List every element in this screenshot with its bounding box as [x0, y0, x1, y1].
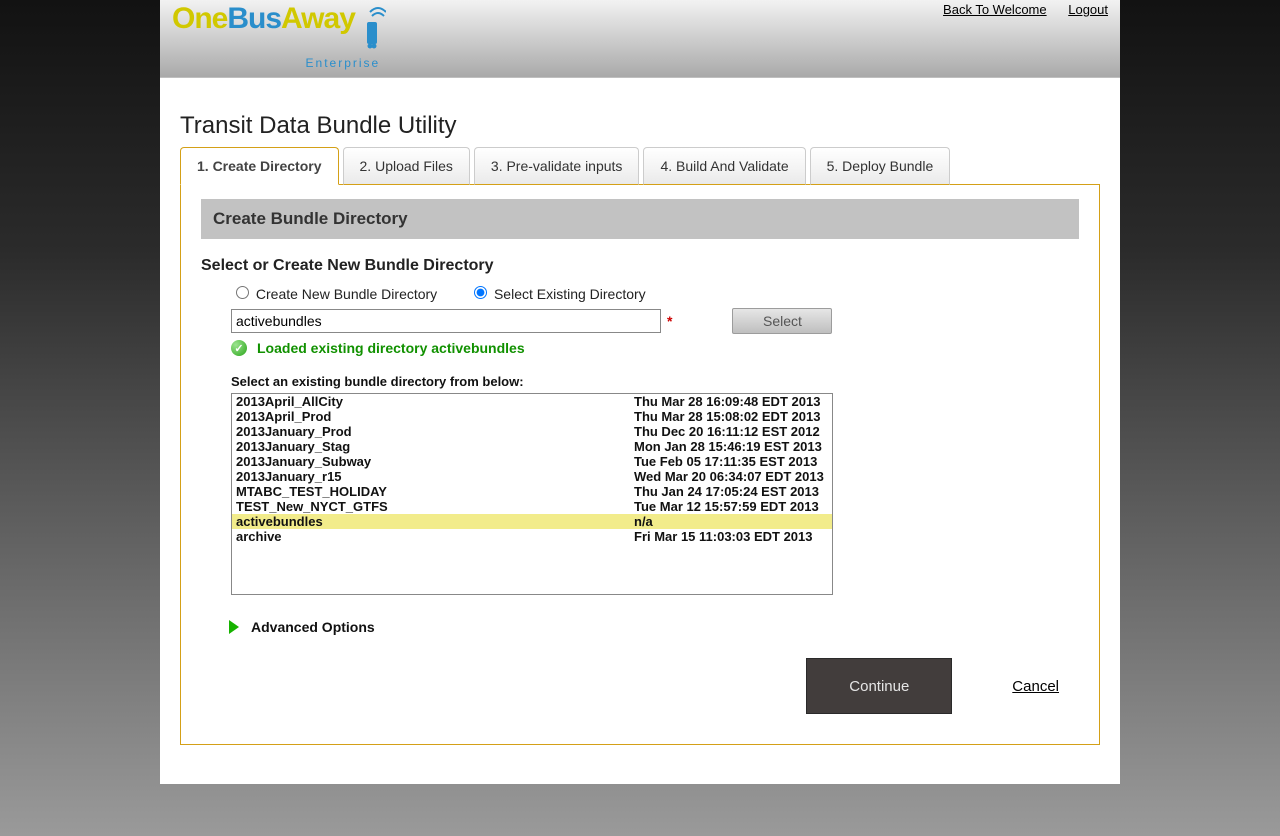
- logo-word-bus: Bus: [227, 2, 281, 35]
- tab-upload-files[interactable]: 2. Upload Files: [343, 147, 470, 185]
- directory-date: Tue Mar 12 15:57:59 EDT 2013: [634, 499, 828, 514]
- expand-triangle-icon: [229, 620, 239, 634]
- panel-header: Create Bundle Directory: [201, 199, 1079, 239]
- directory-date: Thu Mar 28 16:09:48 EDT 2013: [634, 394, 828, 409]
- bus-signal-icon: [364, 2, 386, 60]
- logo-word-away: Away: [281, 2, 355, 35]
- directory-date: Thu Mar 28 15:08:02 EDT 2013: [634, 409, 828, 424]
- advanced-options-toggle[interactable]: Advanced Options: [201, 619, 1079, 635]
- back-to-welcome-link[interactable]: Back To Welcome: [943, 2, 1047, 17]
- directory-name: 2013January_Prod: [236, 424, 634, 439]
- directory-list-row[interactable]: activebundlesn/a: [232, 514, 832, 529]
- header-bar: Back To Welcome Logout OneBusAway: [160, 0, 1120, 78]
- tab-create-directory[interactable]: 1. Create Directory: [180, 147, 339, 185]
- tab-prevalidate-inputs[interactable]: 3. Pre-validate inputs: [474, 147, 640, 185]
- continue-button[interactable]: Continue: [806, 658, 952, 714]
- radio-create-new-text: Create New Bundle Directory: [256, 286, 437, 302]
- directory-name: archive: [236, 529, 634, 544]
- logo-subtitle: Enterprise: [172, 56, 386, 70]
- select-button[interactable]: Select: [732, 308, 832, 334]
- tab-panel-create-directory: Create Bundle Directory Select or Create…: [180, 185, 1100, 745]
- advanced-options-label: Advanced Options: [251, 619, 375, 635]
- required-asterisk-icon: *: [667, 313, 672, 329]
- cancel-link[interactable]: Cancel: [1012, 678, 1059, 695]
- directory-date: Mon Jan 28 15:46:19 EST 2013: [634, 439, 828, 454]
- directory-list-row[interactable]: archiveFri Mar 15 11:03:03 EDT 2013: [232, 529, 832, 544]
- directory-list-row[interactable]: TEST_New_NYCT_GTFSTue Mar 12 15:57:59 ED…: [232, 499, 832, 514]
- directory-name: activebundles: [236, 514, 634, 529]
- success-check-icon: ✓: [231, 340, 247, 356]
- directory-list-row[interactable]: 2013January_StagMon Jan 28 15:46:19 EST …: [232, 439, 832, 454]
- directory-date: Wed Mar 20 06:34:07 EDT 2013: [634, 469, 828, 484]
- directory-list-row[interactable]: 2013January_ProdThu Dec 20 16:11:12 EST …: [232, 424, 832, 439]
- directory-date: Thu Dec 20 16:11:12 EST 2012: [634, 424, 828, 439]
- directory-name: 2013January_r15: [236, 469, 634, 484]
- directory-list-row[interactable]: 2013January_SubwayTue Feb 05 17:11:35 ES…: [232, 454, 832, 469]
- logo-word-one: One: [172, 2, 227, 35]
- directory-list-row[interactable]: 2013April_ProdThu Mar 28 15:08:02 EDT 20…: [232, 409, 832, 424]
- directory-date: n/a: [634, 514, 828, 529]
- directory-date: Fri Mar 15 11:03:03 EDT 2013: [634, 529, 828, 544]
- radio-create-new[interactable]: [236, 286, 249, 299]
- directory-date: Tue Feb 05 17:11:35 EST 2013: [634, 454, 828, 469]
- radio-create-new-label[interactable]: Create New Bundle Directory: [231, 286, 441, 302]
- directory-list-row[interactable]: 2013January_r15Wed Mar 20 06:34:07 EDT 2…: [232, 469, 832, 484]
- directory-list[interactable]: 2013April_AllCityThu Mar 28 16:09:48 EDT…: [231, 393, 833, 595]
- directory-name-input[interactable]: [231, 309, 661, 333]
- directory-name: MTABC_TEST_HOLIDAY: [236, 484, 634, 499]
- directory-name: 2013January_Stag: [236, 439, 634, 454]
- directory-name: 2013April_Prod: [236, 409, 634, 424]
- radio-select-existing-text: Select Existing Directory: [494, 286, 646, 302]
- directory-name: TEST_New_NYCT_GTFS: [236, 499, 634, 514]
- directory-date: Thu Jan 24 17:05:24 EST 2013: [634, 484, 828, 499]
- directory-list-row[interactable]: 2013April_AllCityThu Mar 28 16:09:48 EDT…: [232, 394, 832, 409]
- directory-list-label: Select an existing bundle directory from…: [201, 374, 1079, 389]
- page-title: Transit Data Bundle Utility: [180, 112, 1100, 140]
- tab-deploy-bundle[interactable]: 5. Deploy Bundle: [810, 147, 951, 185]
- app-logo: OneBusAway Enterprise: [172, 2, 386, 70]
- directory-name: 2013January_Subway: [236, 454, 634, 469]
- directory-name: 2013April_AllCity: [236, 394, 634, 409]
- panel-subheading: Select or Create New Bundle Directory: [201, 257, 1079, 275]
- radio-select-existing[interactable]: [474, 286, 487, 299]
- tab-build-and-validate[interactable]: 4. Build And Validate: [643, 147, 805, 185]
- wizard-tabs: 1. Create Directory 2. Upload Files 3. P…: [180, 146, 1100, 185]
- logout-link[interactable]: Logout: [1068, 2, 1108, 17]
- status-message: Loaded existing directory activebundles: [257, 340, 525, 356]
- directory-list-row[interactable]: MTABC_TEST_HOLIDAYThu Jan 24 17:05:24 ES…: [232, 484, 832, 499]
- radio-select-existing-label[interactable]: Select Existing Directory: [469, 286, 646, 302]
